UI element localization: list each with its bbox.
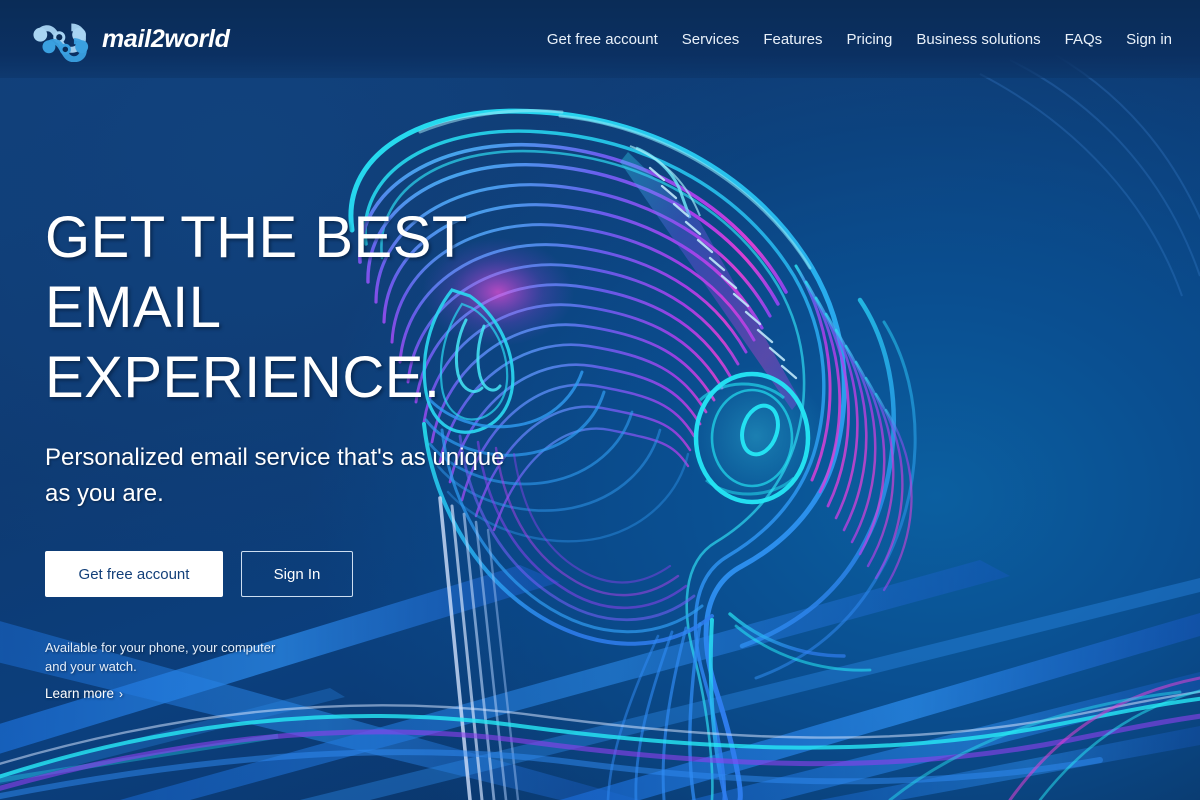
page-root: mail2world Get free account Services Fea… [0, 0, 1200, 800]
get-free-account-button[interactable]: Get free account [45, 551, 223, 597]
page-title: GET THE BEST EMAIL EXPERIENCE. [45, 205, 467, 410]
back-contours [794, 264, 913, 592]
nav-pricing[interactable]: Pricing [847, 31, 893, 48]
nav-get-free-account[interactable]: Get free account [547, 31, 658, 48]
brand-name: mail2world [102, 24, 230, 53]
headphone-strap [620, 145, 800, 410]
hero-subtitle: Personalized email service that's as uni… [45, 444, 505, 507]
nav-faqs[interactable]: FAQs [1065, 31, 1103, 48]
faint-arcs [979, 45, 1200, 297]
nav-services[interactable]: Services [682, 31, 740, 48]
nav-business-solutions[interactable]: Business solutions [916, 31, 1040, 48]
hero-cta-group: Get free account Sign In [45, 551, 353, 597]
nav-features[interactable]: Features [763, 31, 822, 48]
learn-more-link[interactable]: Learn more › [45, 686, 123, 701]
brand-logo[interactable]: mail2world [30, 16, 230, 62]
logo-lower-node [62, 46, 69, 53]
molecule-network-icon [33, 23, 89, 62]
headphone-earcup [693, 371, 811, 505]
sign-in-button[interactable]: Sign In [241, 551, 353, 597]
site-header: mail2world Get free account Services Fea… [0, 0, 1200, 78]
glow-ear [686, 366, 826, 506]
chevron-right-icon: › [119, 686, 124, 701]
hero-section: GET THE BEST EMAIL EXPERIENCE. Personali… [0, 0, 620, 800]
learn-more-label: Learn more [45, 686, 115, 701]
nav-sign-in[interactable]: Sign in [1126, 31, 1172, 48]
primary-navigation: Get free account Services Features Prici… [547, 31, 1172, 48]
availability-note: Available for your phone, your computer … [45, 640, 276, 674]
